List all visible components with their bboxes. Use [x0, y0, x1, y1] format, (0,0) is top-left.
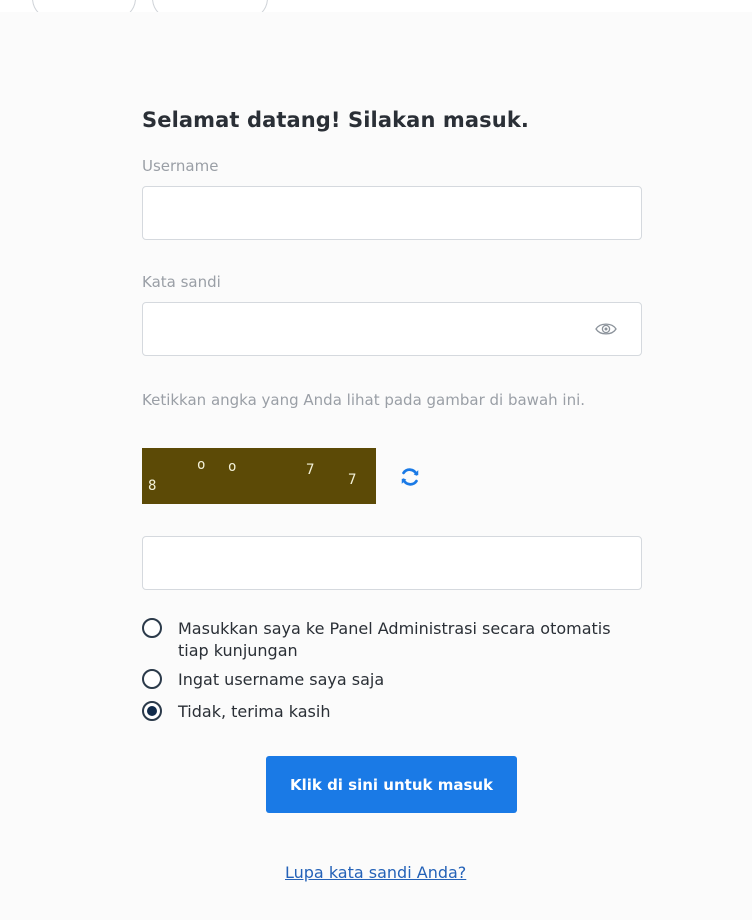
- captcha-char: 7: [306, 462, 315, 478]
- captcha-char: 7: [348, 472, 357, 488]
- page-title: Selamat datang! Silakan masuk.: [142, 108, 529, 132]
- radio-label: Ingat username saya saja: [178, 670, 385, 689]
- radio-button[interactable]: [142, 669, 162, 689]
- captcha-image: 8 o o 7 7: [142, 448, 376, 504]
- radio-label: Tidak, terima kasih: [178, 702, 331, 721]
- username-field[interactable]: [142, 186, 642, 240]
- captcha-char: 8: [148, 478, 157, 494]
- password-input[interactable]: [143, 303, 641, 355]
- radio-button[interactable]: [142, 618, 162, 638]
- radio-option-remember-username[interactable]: Ingat username saya saja: [142, 669, 618, 691]
- password-label: Kata sandi: [142, 273, 221, 291]
- radio-label: Masukkan saya ke Panel Administrasi seca…: [178, 619, 611, 660]
- username-input[interactable]: [143, 187, 641, 239]
- password-field[interactable]: [142, 302, 642, 356]
- radio-button[interactable]: [142, 701, 162, 721]
- captcha-instruction: Ketikkan angka yang Anda lihat pada gamb…: [142, 391, 586, 409]
- captcha-field[interactable]: [142, 536, 642, 590]
- login-panel: Selamat datang! Silakan masuk. Username …: [0, 12, 752, 920]
- radio-option-no-thanks[interactable]: Tidak, terima kasih: [142, 701, 618, 723]
- radio-option-auto-login[interactable]: Masukkan saya ke Panel Administrasi seca…: [142, 618, 618, 662]
- eye-icon[interactable]: [595, 320, 617, 338]
- captcha-char: o: [197, 457, 206, 473]
- captcha-input[interactable]: [143, 537, 641, 589]
- top-strip: [0, 0, 752, 20]
- forgot-password-link[interactable]: Lupa kata sandi Anda?: [285, 863, 466, 882]
- username-label: Username: [142, 157, 219, 175]
- captcha-char: o: [228, 459, 237, 475]
- login-button[interactable]: Klik di sini untuk masuk: [266, 756, 517, 813]
- refresh-icon[interactable]: [399, 466, 421, 488]
